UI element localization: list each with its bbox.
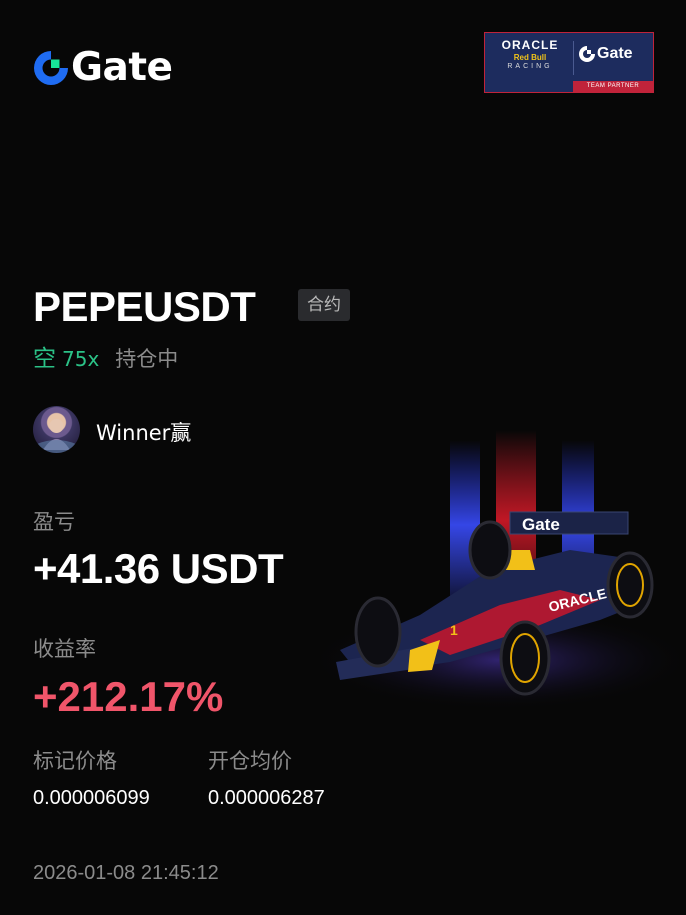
oracle-wordmark: ORACLE (501, 38, 559, 52)
car-wheel (354, 596, 402, 668)
symbol-title: PEPEUSDT (33, 283, 256, 330)
gate-logo-icon (34, 51, 68, 85)
roi-value: +212.17% (33, 673, 224, 720)
position-side-row: 空 75x 持仓中 (33, 339, 178, 373)
contract-type-badge: 合约 (298, 289, 350, 321)
entry-price-value: 0.000006287 (208, 787, 325, 809)
pnl-label: 盈亏 (33, 510, 75, 534)
gate-logo-icon (579, 46, 595, 62)
brand-name: Gate (71, 45, 173, 90)
car-wheel (499, 620, 551, 696)
avatar-image (37, 419, 76, 453)
red-bull-wordmark: Red Bull (513, 53, 547, 62)
mark-price-label: 标记价格 (33, 749, 117, 773)
timestamp: 2026-01-08 21:45:12 (33, 862, 219, 884)
team-partner-label: TEAM PARTNER (573, 81, 653, 92)
partner-gate-wordmark: Gate (597, 45, 633, 62)
car-wheel (606, 551, 654, 619)
position-status: 持仓中 (115, 347, 179, 371)
f1-car-illustration: Gate ORACLE 1 (310, 430, 686, 710)
position-side: 空 (33, 346, 56, 372)
car-wheel (468, 520, 512, 580)
leverage: 75x (62, 347, 100, 371)
pnl-value: +41.36 USDT (33, 545, 284, 592)
mark-price-value: 0.000006099 (33, 787, 150, 809)
car-number: 1 (450, 622, 458, 638)
racing-wordmark: RACING (507, 63, 553, 70)
roi-label: 收益率 (33, 637, 96, 661)
username: Winner赢 (96, 421, 192, 445)
team-partner-badge: ORACLE Red Bull RACING Gate TEAM PARTNER (484, 32, 654, 93)
partner-divider (573, 41, 574, 75)
entry-price-label: 开仓均价 (208, 749, 292, 773)
avatar (33, 406, 80, 453)
wing-livery: Gate (522, 515, 560, 534)
gate-logo: Gate (34, 45, 173, 90)
